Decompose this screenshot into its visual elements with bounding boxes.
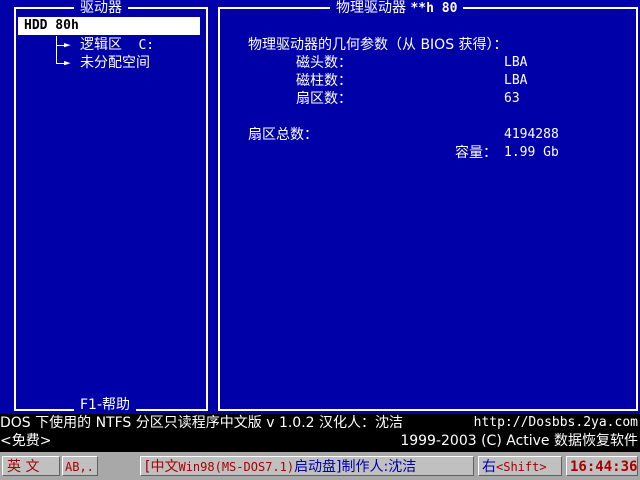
physical-drive-title-cn: 物理驱动器 [336, 0, 406, 16]
heads-value: LBA [504, 55, 528, 70]
drive-item-unallocated[interactable]: 未分配空间 [80, 54, 150, 72]
heads-label: 磁头数： [296, 55, 352, 71]
geometry-heading: 物理驱动器的几何参数（从 BIOS 获得）： [248, 37, 508, 53]
drive-item-hdd80h[interactable]: HDD 80h [18, 17, 200, 35]
info-bar-line2: <免费> 1999-2003 (C) Active 数据恢复软件 [0, 432, 640, 450]
capacity-value: 1.99 Gb [504, 145, 559, 160]
tree-arrow-icon: ► [64, 56, 71, 69]
physical-drive-panel: 物理驱动器 **h 80 [217, 0, 639, 412]
physical-drive-title: 物理驱动器 **h 80 [330, 0, 464, 16]
cylinders-label: 磁柱数： [296, 73, 352, 89]
status-bar: 英 文 AB,. [中文Win98(MS-DOS7.1)启动盘]制作人:沈洁 右… [0, 452, 640, 480]
boot-suffix: 启动盘]制作人:沈洁 [294, 459, 417, 475]
drive-item-logical[interactable]: 逻辑区 C: [80, 36, 154, 55]
logical-partition-label: 逻辑区 [80, 37, 122, 53]
boot-name: Win98(MS-DOS7.1) [178, 460, 295, 474]
capacity-label: 容量： [455, 145, 497, 161]
cylinders-value: LBA [504, 73, 528, 88]
drive-item-label: HDD 80h [24, 18, 79, 33]
sectors-label: 扇区数： [296, 91, 352, 107]
tree-arrow-icon: ► [64, 38, 71, 51]
key-hint-prefix: 右 [482, 459, 496, 475]
physical-drive-title-code: **h 80 [410, 1, 458, 16]
input-mode-indicator[interactable]: AB,. [62, 456, 98, 476]
sectors-value: 63 [504, 91, 520, 106]
copyright-note: 1999-2003 (C) Active 数据恢复软件 [400, 433, 638, 449]
drives-panel-title: 驱动器 [74, 0, 128, 16]
key-hint-key: <Shift> [496, 460, 547, 474]
main-screen: 驱动器 F1-帮助 HDD 80h ► ► 逻辑区 C: 未分配空间 物理驱动器… [0, 0, 640, 414]
boot-prefix: [中文 [145, 459, 179, 475]
program-info: DOS 下使用的 NTFS 分区只读程序中文版 v 1.0.2 汉化人：沈洁 [0, 415, 404, 431]
clock: 16:44:36 [566, 456, 638, 476]
total-sectors-value: 4194288 [504, 127, 559, 142]
ime-indicator[interactable]: 英 文 [2, 456, 60, 476]
shift-key-hint: 右<Shift> [478, 456, 562, 476]
total-sectors-label: 扇区总数： [248, 127, 318, 143]
help-hint[interactable]: F1-帮助 [74, 397, 137, 413]
tree-connector [56, 36, 57, 64]
boot-disk-info: [中文Win98(MS-DOS7.1)启动盘]制作人:沈洁 [140, 456, 474, 476]
info-bar-line1: DOS 下使用的 NTFS 分区只读程序中文版 v 1.0.2 汉化人：沈洁 h… [0, 414, 640, 432]
logical-partition-drive: C: [138, 38, 155, 53]
website-link[interactable]: http://Dosbbs.2ya.com [474, 414, 638, 432]
license-note: <免费> [0, 433, 52, 449]
